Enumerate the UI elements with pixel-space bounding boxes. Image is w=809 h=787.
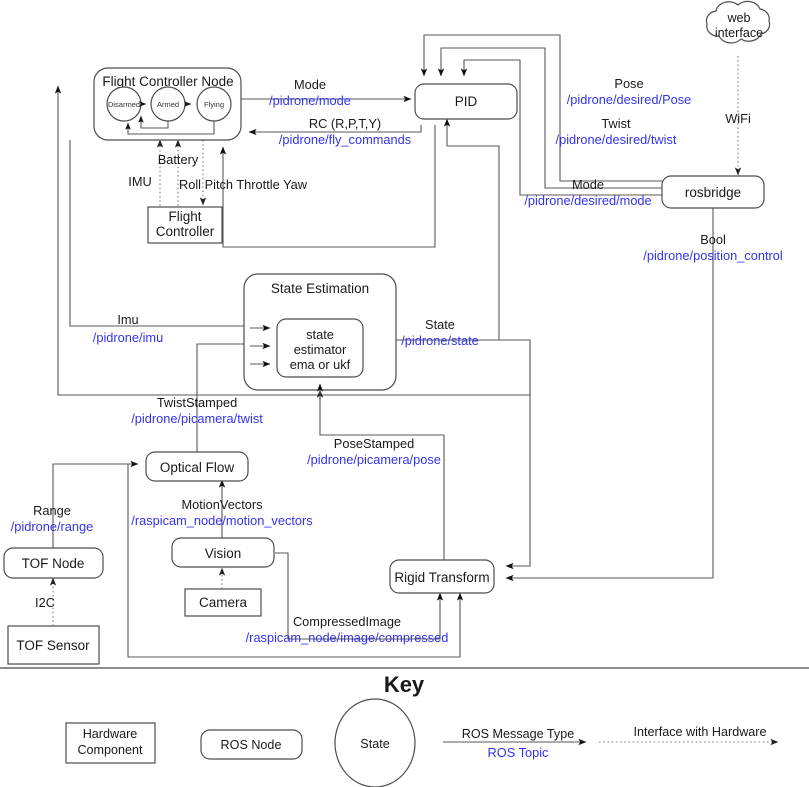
key-ros-message-arrow: ROS Message Type ROS Topic: [443, 727, 587, 760]
key-hardware-line-1: Hardware: [83, 727, 138, 741]
label-rc-topic: /pidrone/fly_commands: [279, 132, 411, 147]
label-rc-msg: RC (R,P,T,Y): [309, 116, 381, 131]
flight-controller-hardware[interactable]: Flight Controller: [147, 206, 223, 244]
rosbridge-node[interactable]: rosbridge: [661, 175, 765, 209]
label-dpose-msg: Pose: [614, 76, 643, 91]
label-mv-topic: /raspicam_node/motion_vectors: [131, 513, 312, 528]
tof-node[interactable]: TOF Node: [3, 547, 104, 579]
edge-pose-stamped: [316, 389, 445, 560]
key-state-label: State: [360, 737, 389, 751]
tof-sensor-hardware[interactable]: TOF Sensor: [7, 625, 100, 665]
edge-labels: Mode /pidrone/mode RC (R,P,T,Y) /pidrone…: [11, 76, 783, 645]
rigid-transform-label: Rigid Transform: [394, 570, 489, 585]
tof-node-label: TOF Node: [22, 556, 85, 571]
state-estimation-label: State Estimation: [271, 281, 369, 296]
web-interface-line-2: interface: [715, 26, 763, 40]
diagram-page: State Estimation state estimator ema or …: [0, 0, 809, 787]
state-estimator-line-2: estimator: [294, 342, 347, 357]
camera-hardware[interactable]: Camera: [184, 588, 262, 617]
label-imu-msg: Imu: [117, 312, 138, 327]
tof-sensor-label: TOF Sensor: [16, 638, 90, 653]
label-twist-topic: /pidrone/picamera/twist: [131, 411, 263, 426]
pid-node[interactable]: PID: [414, 83, 518, 120]
state-estimation-group[interactable]: State Estimation state estimator ema or …: [243, 273, 397, 391]
label-dpose-topic: /pidrone/desired/Pose: [567, 92, 692, 107]
key-state: State: [334, 698, 416, 787]
label-dmode-topic: /pidrone/desired/mode: [524, 193, 651, 208]
flight-controller-hw-line-1: Flight: [168, 209, 201, 224]
label-imu-topic: /pidrone/imu: [93, 330, 163, 345]
optical-flow-label: Optical Flow: [160, 460, 235, 475]
label-ci-msg: CompressedImage: [293, 614, 401, 629]
label-posest-msg: PoseStamped: [334, 436, 414, 451]
key-ros-node-label: ROS Node: [221, 738, 282, 752]
key-title: Key: [384, 672, 425, 697]
state-estimator-line-1: state: [306, 327, 334, 342]
key-ros-message-type: ROS Message Type: [462, 727, 574, 741]
key-ros-node: ROS Node: [200, 729, 303, 760]
label-dmode-msg: Mode: [572, 177, 604, 192]
key-hardware-line-2: Component: [77, 743, 143, 757]
label-range-msg: Range: [33, 503, 71, 518]
label-mv-msg: MotionVectors: [181, 497, 262, 512]
state-disarmed-label: Disarmed: [108, 100, 140, 109]
label-imu-hw: IMU: [128, 174, 151, 189]
state-armed-label: Armed: [157, 100, 179, 109]
key-interface-with-hardware: Interface with Hardware: [634, 725, 767, 739]
label-posest-topic: /pidrone/picamera/pose: [307, 452, 441, 467]
label-mode-topic: /pidrone/mode: [269, 93, 351, 108]
vision-label: Vision: [205, 546, 242, 561]
flight-controller-node[interactable]: Flight Controller Node Disarmed Armed Fl…: [93, 67, 242, 141]
label-mode-msg: Mode: [294, 77, 326, 92]
label-bool-topic: /pidrone/position_control: [643, 248, 782, 263]
optical-flow-node[interactable]: Optical Flow: [145, 451, 249, 482]
key-hardware-arrow: Interface with Hardware: [599, 725, 779, 746]
flight-controller-hw-line-2: Controller: [156, 224, 215, 239]
web-interface-cloud[interactable]: web interface: [705, 0, 771, 44]
label-ci-topic: /raspicam_node/image/compressed: [246, 630, 449, 645]
label-twist-msg: TwistStamped: [157, 395, 237, 410]
label-wifi: WiFi: [725, 111, 751, 126]
rigid-transform-node[interactable]: Rigid Transform: [389, 559, 495, 594]
label-battery: Battery: [158, 152, 199, 167]
pid-label: PID: [455, 94, 478, 109]
architecture-diagram: State Estimation state estimator ema or …: [0, 0, 809, 787]
label-range-topic: /pidrone/range: [11, 519, 94, 534]
label-dtwist-topic: /pidrone/desired/twist: [556, 132, 677, 147]
key-section: Key Hardware Component ROS Node State RO…: [65, 672, 779, 787]
label-rpty: Roll Pitch Throttle Yaw: [179, 177, 308, 192]
label-state-topic: /pidrone/state: [401, 333, 479, 348]
key-hardware-component: Hardware Component: [65, 722, 156, 764]
vision-node[interactable]: Vision: [171, 537, 275, 568]
state-estimator-line-3: ema or ukf: [290, 357, 351, 372]
rosbridge-label: rosbridge: [685, 185, 741, 200]
label-bool-msg: Bool: [700, 232, 726, 247]
state-flying-label: Flying: [204, 100, 224, 109]
label-dtwist-msg: Twist: [601, 116, 631, 131]
web-interface-line-1: web: [726, 11, 750, 25]
label-state-msg: State: [425, 317, 455, 332]
edge-state-to-pid: [396, 118, 500, 341]
key-ros-topic: ROS Topic: [488, 745, 550, 760]
camera-label: Camera: [199, 595, 248, 610]
label-i2c: I2C: [35, 595, 55, 610]
